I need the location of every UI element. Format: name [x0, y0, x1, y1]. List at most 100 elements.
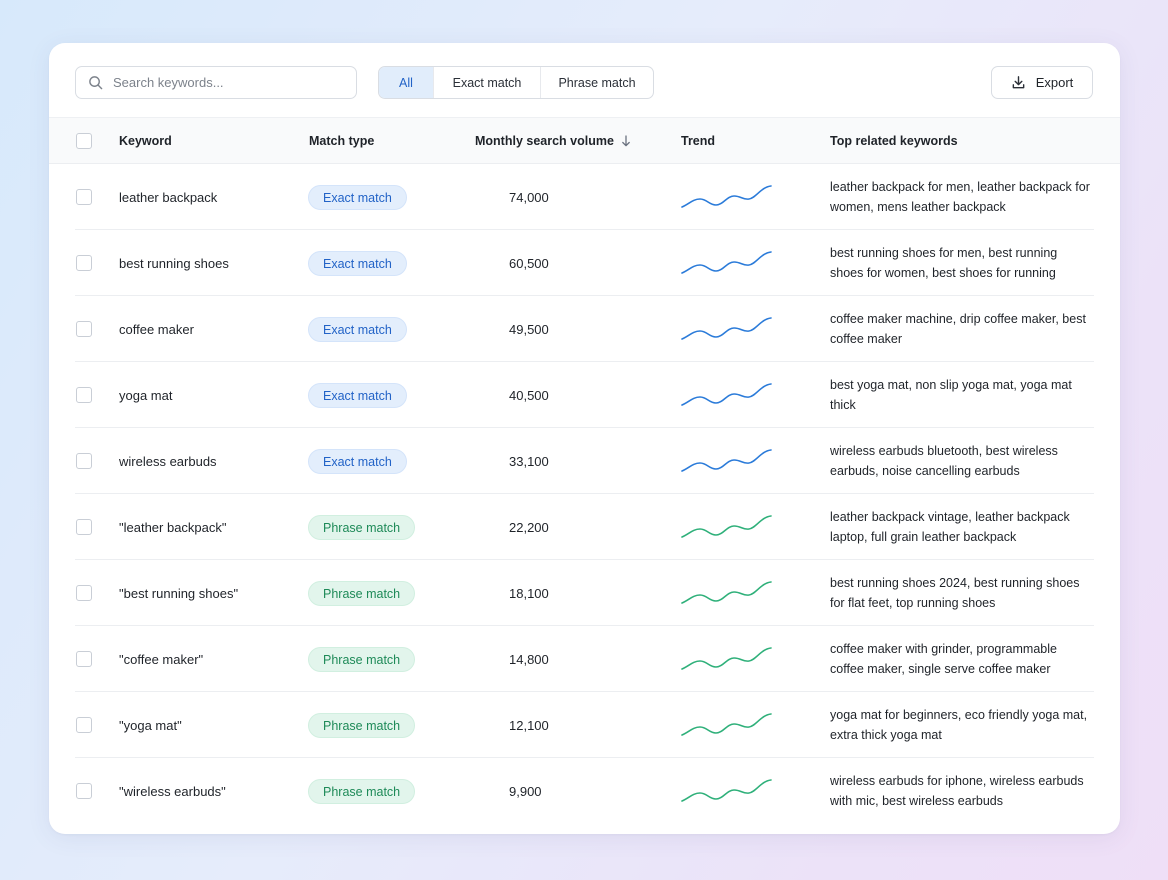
trend-sparkline [681, 317, 772, 340]
row-checkbox[interactable] [76, 651, 92, 667]
related-keywords-cell: best running shoes for men, best running… [830, 230, 1092, 296]
table-row[interactable]: "best running shoes" Phrase match 18,100 be… [49, 560, 1120, 626]
export-button[interactable]: Export [991, 66, 1093, 99]
volume-cell: 18,100 [509, 560, 549, 626]
row-checkbox[interactable] [76, 585, 92, 601]
trend-sparkline [681, 383, 772, 406]
related-keywords-text: leather backpack vintage, leather backpa… [830, 510, 1070, 544]
related-keywords-text: coffee maker with grinder, programmable … [830, 642, 1057, 676]
volume-text: 60,500 [509, 255, 549, 271]
match-type-badge: Phrase match [308, 646, 416, 672]
match-type-badge: Exact match [308, 448, 407, 474]
volume-text: 9,900 [509, 783, 542, 799]
table-row[interactable]: best running shoes Exact match 60,500 best … [49, 230, 1120, 296]
row-checkbox[interactable] [76, 255, 92, 271]
keyword-cell: coffee maker [119, 296, 194, 362]
row-checkbox[interactable] [76, 783, 92, 799]
keyword-text: "wireless earbuds" [119, 783, 226, 799]
trend-sparkline [681, 449, 772, 472]
column-match-type[interactable]: Match type [309, 118, 374, 163]
volume-text: 14,800 [509, 651, 549, 667]
related-keywords-cell: best running shoes 2024, best running sh… [830, 560, 1092, 626]
volume-text: 49,500 [509, 321, 549, 337]
keyword-cell: leather backpack [119, 164, 217, 230]
table-row[interactable]: yoga mat Exact match 40,500 best yoga mat, … [49, 362, 1120, 428]
match-type-badge: Phrase match [308, 514, 416, 540]
select-all-checkbox[interactable] [76, 133, 92, 149]
column-top-related-keywords: Top related keywords [830, 133, 958, 148]
volume-cell: 40,500 [509, 362, 549, 428]
match-type-badge: Exact match [308, 250, 407, 276]
row-checkbox[interactable] [76, 387, 92, 403]
volume-cell: 49,500 [509, 296, 549, 362]
related-keywords-cell: best yoga mat, non slip yoga mat, yoga m… [830, 362, 1092, 428]
match-type-badge: Phrase match [308, 778, 416, 804]
match-type-badge: Exact match [308, 184, 407, 210]
related-keywords-text: leather backpack for men, leather backpa… [830, 180, 1090, 214]
match-type-cell: Exact match [308, 362, 407, 428]
keywords-card: All Exact match Phrase match Export Keyw… [49, 43, 1120, 834]
volume-cell: 9,900 [509, 758, 542, 824]
table-row[interactable]: wireless earbuds Exact match 33,100 wireles… [49, 428, 1120, 494]
related-keywords-text: wireless earbuds bluetooth, best wireles… [830, 444, 1058, 478]
volume-text: 18,100 [509, 585, 549, 601]
keyword-text: "best running shoes" [119, 585, 239, 601]
column-monthly-search-volume[interactable]: Monthly search volume [475, 118, 631, 163]
volume-text: 40,500 [509, 387, 549, 403]
export-label: Export [1035, 75, 1074, 90]
match-type-badge: Exact match [308, 382, 407, 408]
related-keywords-cell: leather backpack vintage, leather backpa… [830, 494, 1092, 560]
keyword-text: leather backpack [119, 189, 218, 205]
related-keywords-cell: leather backpack for men, leather backpa… [830, 164, 1092, 230]
related-keywords-cell: wireless earbuds for iphone, wireless ea… [830, 758, 1092, 824]
match-type-cell: Phrase match [308, 626, 416, 692]
keyword-text: coffee maker [119, 321, 194, 337]
related-keywords-cell: yoga mat for beginners, eco friendly yog… [830, 692, 1092, 758]
table-row[interactable]: "wireless earbuds" Phrase match 9,900 wirel… [49, 758, 1120, 824]
keyword-text: yoga mat [119, 387, 173, 403]
match-type-badge: Exact match [308, 316, 407, 342]
trend-sparkline [681, 515, 772, 538]
keyword-text: best running shoes [119, 255, 229, 271]
table-row[interactable]: "leather backpack" Phrase match 22,200 leat… [49, 494, 1120, 560]
row-checkbox[interactable] [76, 519, 92, 535]
match-type-cell: Exact match [308, 296, 407, 362]
row-checkbox[interactable] [76, 189, 92, 205]
download-icon [1012, 76, 1025, 89]
search-box[interactable] [75, 66, 357, 99]
trend-sparkline [681, 185, 772, 208]
match-type-cell: Phrase match [308, 758, 416, 824]
keyword-cell: "coffee maker" [119, 626, 203, 692]
table-header: Keyword Match type Monthly search volume… [49, 117, 1120, 164]
keyword-cell: "best running shoes" [119, 560, 238, 626]
volume-text: 22,200 [509, 519, 549, 535]
row-checkbox[interactable] [76, 321, 92, 337]
match-type-cell: Exact match [308, 428, 407, 494]
trend-sparkline [681, 779, 772, 802]
volume-cell: 12,100 [509, 692, 549, 758]
table-row[interactable]: "yoga mat" Phrase match 12,100 yoga mat for… [49, 692, 1120, 758]
related-keywords-text: coffee maker machine, drip coffee maker,… [830, 312, 1086, 346]
keyword-text: "leather backpack" [119, 519, 227, 535]
row-checkbox[interactable] [76, 717, 92, 733]
table-row[interactable]: coffee maker Exact match 49,500 coffee make… [49, 296, 1120, 362]
keyword-cell: best running shoes [119, 230, 229, 296]
match-type-badge: Phrase match [308, 712, 416, 738]
filter-all[interactable]: All [379, 67, 434, 98]
related-keywords-text: wireless earbuds for iphone, wireless ea… [830, 774, 1084, 808]
keyword-cell: wireless earbuds [119, 428, 217, 494]
keyword-cell: yoga mat [119, 362, 172, 428]
column-keyword[interactable]: Keyword [119, 118, 172, 163]
search-input[interactable] [113, 75, 333, 90]
match-type-cell: Phrase match [308, 494, 416, 560]
related-keywords-cell: coffee maker machine, drip coffee maker,… [830, 296, 1092, 362]
filter-phrase-match[interactable]: Phrase match [541, 67, 653, 98]
table-row[interactable]: "coffee maker" Phrase match 14,800 coffee m… [49, 626, 1120, 692]
filter-exact-match[interactable]: Exact match [434, 67, 541, 98]
row-checkbox[interactable] [76, 453, 92, 469]
related-keywords-text: best yoga mat, non slip yoga mat, yoga m… [830, 378, 1072, 412]
trend-sparkline [681, 581, 772, 604]
volume-cell: 74,000 [509, 164, 549, 230]
table-row[interactable]: leather backpack Exact match 74,000 leather… [49, 164, 1120, 230]
match-type-cell: Exact match [308, 164, 407, 230]
